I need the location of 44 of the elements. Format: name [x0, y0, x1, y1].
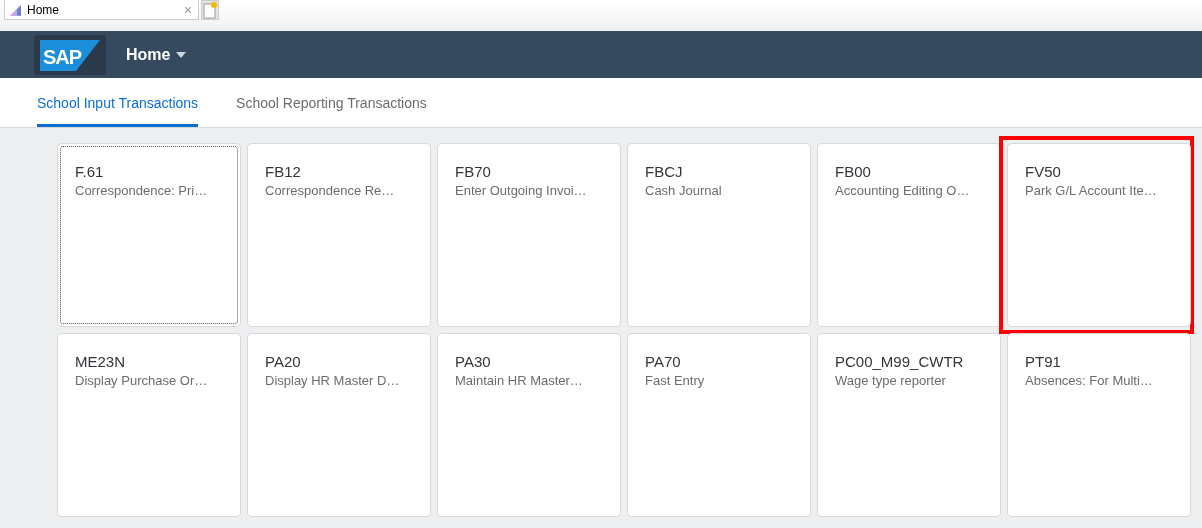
tile[interactable]: FB12 Correspondence Re…	[248, 144, 430, 326]
tile-subtitle: Correspondence: Pri…	[75, 183, 209, 198]
tile[interactable]: FB70 Enter Outgoing Invoi…	[438, 144, 620, 326]
tile-title: PA70	[645, 353, 682, 370]
tile-title: FB00	[835, 163, 872, 180]
tile-subtitle: Fast Entry	[645, 373, 706, 388]
tile-subtitle: Display HR Master D…	[265, 373, 401, 388]
tile[interactable]: FB00 Accounting Editing O…	[818, 144, 1000, 326]
home-menu-button[interactable]: Home	[126, 45, 187, 64]
tile-subtitle: Wage type reporter	[835, 373, 947, 388]
tile[interactable]: F.61 Correspondence: Pri…	[58, 144, 240, 326]
tile-subtitle: Accounting Editing O…	[835, 183, 971, 198]
tile-title: FB70	[455, 163, 492, 180]
tile-title: FB12	[265, 163, 302, 180]
tile[interactable]: FV50 Park G/L Account Ite…	[1008, 144, 1190, 326]
tile[interactable]: PA70 Fast Entry	[628, 334, 810, 516]
tile-subtitle: Correspondence Re…	[265, 183, 396, 198]
tile-title: PT91	[1025, 353, 1062, 370]
tile-title: PA20	[265, 353, 302, 370]
caret-icon	[176, 51, 187, 58]
tile-subtitle: Display Purchase Or…	[75, 373, 209, 388]
tab[interactable]: School Reporting Transactions	[236, 78, 427, 127]
tile[interactable]: ME23N Display Purchase Or…	[58, 334, 240, 516]
tile-subtitle: Park G/L Account Ite…	[1025, 183, 1158, 198]
tile[interactable]: PT91 Absences: For Multi…	[1008, 334, 1190, 516]
tile[interactable]: PA20 Display HR Master D…	[248, 334, 430, 516]
tab[interactable]: School Input Transactions	[37, 78, 199, 127]
tile[interactable]: PA30 Maintain HR Master…	[438, 334, 620, 516]
tile-subtitle: Maintain HR Master…	[455, 373, 584, 388]
tile-title: PC00_M99_CWTR	[835, 353, 965, 370]
logo-icon: SAP	[34, 34, 106, 75]
tile-subtitle: Absences: For Multi…	[1025, 373, 1154, 388]
tile-title: PA30	[455, 353, 492, 370]
tile-title: F.61	[75, 163, 105, 180]
tile[interactable]: PC00_M99_CWTR Wage type reporter	[818, 334, 1000, 516]
tile-title: FBCJ	[645, 163, 684, 180]
tile-title: FV50	[1025, 163, 1062, 180]
tab-title: Home	[27, 2, 60, 17]
tile-subtitle: Cash Journal	[645, 183, 723, 198]
tile-title: ME23N	[75, 353, 127, 370]
tile[interactable]: FBCJ Cash Journal	[628, 144, 810, 326]
tile-subtitle: Enter Outgoing Invoi…	[455, 183, 588, 198]
new-tab-icon[interactable]	[201, 0, 219, 20]
browser-tab[interactable]: Home ×	[4, 0, 199, 20]
